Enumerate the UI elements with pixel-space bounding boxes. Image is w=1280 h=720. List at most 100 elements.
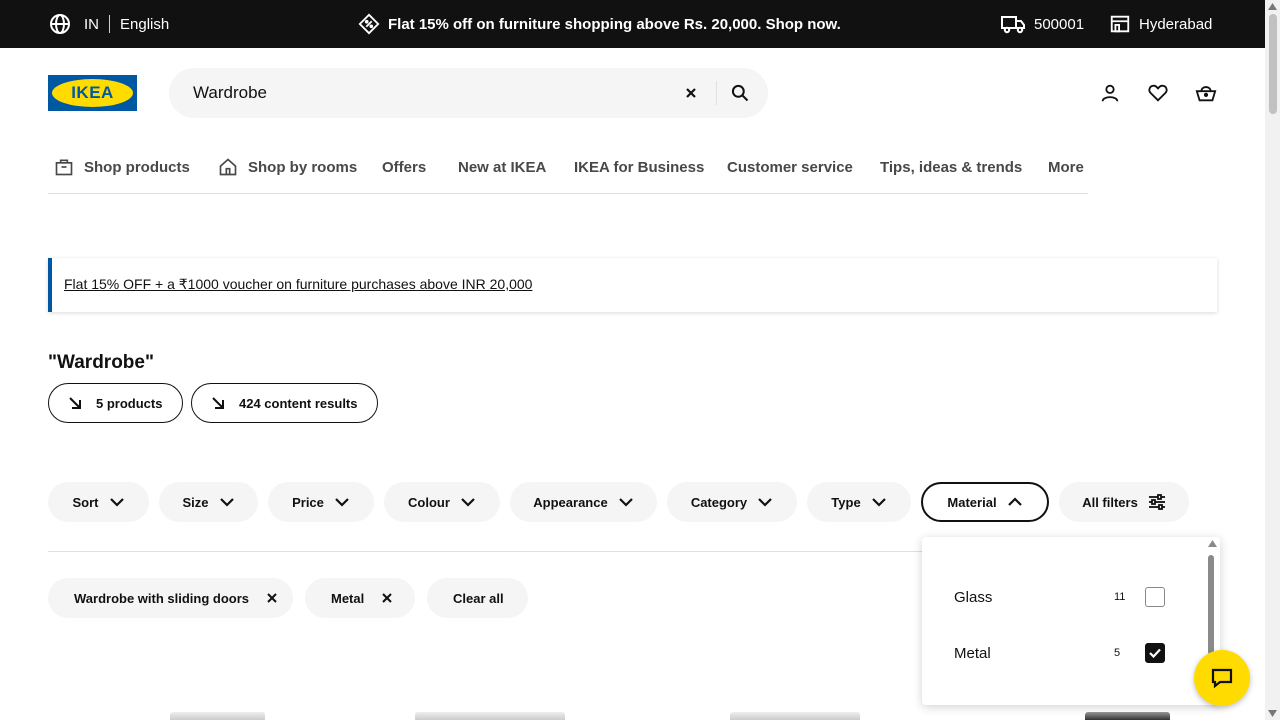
house-icon	[219, 158, 237, 176]
chevron-down-icon	[109, 498, 124, 507]
clear-all-label: Clear all	[453, 590, 504, 606]
promo-text: Flat 15% off on furniture shopping above…	[388, 15, 841, 33]
content-results-button[interactable]: 424 content results	[191, 383, 378, 423]
store-selector[interactable]: Hyderabad	[1109, 0, 1212, 48]
clear-all-button[interactable]: Clear all	[427, 578, 528, 618]
logo-text: IKEA	[71, 83, 114, 102]
nav-more[interactable]: More	[1048, 156, 1084, 178]
close-icon	[686, 88, 696, 98]
filter-category[interactable]: Category	[667, 482, 797, 522]
filter-size[interactable]: Size	[159, 482, 258, 522]
language-selector[interactable]: IN English	[48, 0, 169, 48]
material-dropdown: Glass 11 Metal 5	[922, 537, 1220, 705]
active-filter-sliding-doors[interactable]: Wardrobe with sliding doors	[48, 578, 293, 618]
search-divider	[716, 81, 717, 105]
filter-material[interactable]: Material	[921, 482, 1049, 522]
ikea-logo[interactable]: IKEA	[48, 75, 137, 111]
top-bar: IN English Flat 15% off on furniture sho…	[0, 0, 1265, 48]
nav-label: Shop products	[84, 158, 190, 176]
nav-new-at-ikea[interactable]: New at IKEA	[458, 156, 546, 178]
chat-icon	[1211, 668, 1233, 688]
active-filter-metal[interactable]: Metal	[305, 578, 415, 618]
filter-label: Type	[831, 494, 861, 510]
close-icon	[267, 593, 277, 603]
product-image[interactable]	[415, 712, 565, 720]
scroll-up-arrow-icon[interactable]	[1268, 3, 1277, 10]
chevron-down-icon	[219, 498, 234, 507]
filter-all-filters[interactable]: All filters	[1059, 482, 1189, 522]
nav-customer-service[interactable]: Customer service	[727, 156, 853, 178]
delivery-pincode[interactable]: 500001	[1000, 0, 1084, 48]
metal-checkbox[interactable]	[1145, 643, 1165, 663]
nav-shop-products[interactable]: Shop products	[54, 156, 190, 178]
filter-colour[interactable]: Colour	[384, 482, 500, 522]
filter-sort[interactable]: Sort	[48, 482, 149, 522]
dropdown-scrollbar[interactable]	[1208, 555, 1214, 655]
user-icon	[1101, 84, 1119, 102]
product-image[interactable]	[730, 712, 860, 720]
clear-search-button[interactable]	[679, 83, 703, 103]
nav-ikea-for-business[interactable]: IKEA for Business	[574, 156, 704, 178]
filter-label: Size	[182, 494, 209, 510]
separator	[109, 15, 110, 33]
scrollbar-thumb[interactable]	[1269, 14, 1277, 114]
search-input[interactable]	[193, 81, 673, 105]
nav-tips-ideas[interactable]: Tips, ideas & trends	[880, 156, 1022, 178]
truck-icon	[1000, 13, 1026, 35]
option-count: 5	[1114, 647, 1121, 659]
glass-checkbox[interactable]	[1145, 587, 1165, 607]
search-bar	[169, 68, 768, 118]
offer-banner: Flat 15% OFF + a ₹1000 voucher on furnit…	[48, 258, 1217, 312]
country-code: IN	[84, 15, 99, 33]
option-label: Glass	[954, 588, 993, 606]
filter-price[interactable]: Price	[268, 482, 374, 522]
arrow-down-right-icon	[69, 397, 81, 409]
material-option-glass[interactable]: Glass 11	[954, 585, 1174, 609]
products-count-button[interactable]: 5 products	[48, 383, 183, 423]
filter-type[interactable]: Type	[807, 482, 911, 522]
bag-icon	[55, 159, 73, 176]
results-title: "Wardrobe"	[48, 352, 154, 373]
filter-label: Appearance	[533, 494, 608, 510]
scroll-up-arrow-icon[interactable]	[1208, 540, 1217, 547]
offer-banner-link[interactable]: Flat 15% OFF + a ₹1000 voucher on furnit…	[64, 276, 532, 293]
filter-label: All filters	[1082, 494, 1138, 510]
search-button[interactable]	[728, 81, 752, 105]
search-icon	[731, 84, 749, 102]
chevron-down-icon	[461, 498, 475, 507]
close-icon	[382, 593, 392, 603]
nav-shop-by-rooms[interactable]: Shop by rooms	[218, 156, 357, 178]
tag-icon	[358, 13, 380, 35]
store-label: Hyderabad	[1139, 15, 1213, 33]
chevron-down-icon	[758, 498, 772, 507]
option-count: 11	[1114, 591, 1126, 603]
cart-button[interactable]	[1194, 81, 1218, 105]
chevron-down-icon	[618, 498, 633, 507]
nav-label: Shop by rooms	[248, 158, 358, 176]
main-nav: Shop products Shop by rooms Offers New a…	[48, 140, 1088, 194]
filter-label: Category	[690, 494, 748, 510]
nav-label: New at IKEA	[458, 158, 547, 176]
page-scrollbar[interactable]	[1265, 0, 1280, 720]
product-image[interactable]	[1085, 712, 1170, 720]
filter-appearance[interactable]: Appearance	[510, 482, 657, 522]
nav-label: IKEA for Business	[574, 158, 705, 176]
pincode-label: 500001	[1034, 15, 1085, 33]
material-option-metal[interactable]: Metal 5	[954, 641, 1174, 665]
product-image[interactable]	[170, 712, 265, 720]
account-button[interactable]	[1098, 81, 1122, 105]
basket-icon	[1195, 86, 1217, 102]
filter-label: Sort	[72, 494, 99, 510]
chat-button[interactable]	[1194, 650, 1250, 706]
chevron-up-icon	[1007, 497, 1022, 506]
chevron-down-icon	[871, 498, 886, 507]
promo-link[interactable]: Flat 15% off on furniture shopping above…	[358, 0, 841, 48]
content-results-label: 424 content results	[239, 395, 358, 411]
checkmark-icon	[1149, 648, 1161, 658]
wishlist-button[interactable]	[1146, 81, 1170, 105]
scroll-down-arrow-icon[interactable]	[1268, 710, 1277, 717]
nav-offers[interactable]: Offers	[382, 156, 426, 178]
filter-label: Colour	[408, 494, 450, 510]
globe-icon	[48, 12, 72, 36]
arrow-down-right-icon	[212, 397, 224, 409]
